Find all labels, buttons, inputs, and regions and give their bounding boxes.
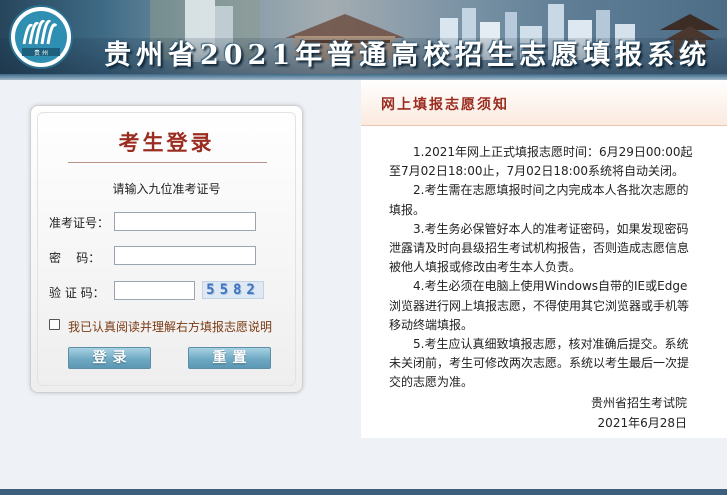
notice-date: 2021年6月28日 (597, 416, 687, 430)
notice-item: 1.2021年网上正式填报志愿时间：6月29日00:00起至7月02日18:00… (389, 145, 693, 179)
reset-button[interactable]: 重置 (188, 347, 271, 369)
password-label: 密 码： (49, 251, 101, 265)
header-banner: 贵 州 贵州省2021年普通高校招生志愿填报系统 (0, 0, 727, 80)
notice-item: 4.考生必须在电脑上使用Windows自带的IE或Edge浏览器进行网上填报志愿… (389, 279, 690, 332)
login-title: 考生登录 (118, 130, 215, 155)
captcha-image[interactable]: 5582 (202, 281, 264, 299)
notice-title: 网上填报志愿须知 (381, 97, 509, 113)
notice-body: 1.2021年网上正式填报志愿时间：6月29日00:00起至7月02日18:00… (389, 143, 693, 393)
notice-item: 3.考生务必保管好本人的准考证密码，如果发现密码泄露请及时向县级招生考试机构报告… (389, 221, 690, 275)
notice-signature: 贵州省招生考试院 (590, 396, 687, 410)
login-hint: 请输入九位准考证号 (112, 182, 221, 196)
login-divider (68, 162, 267, 163)
exam-number-input[interactable] (114, 212, 256, 231)
password-input[interactable] (114, 246, 256, 265)
notice-item: 2.考生需在志愿填报时间之内完成本人各批次志愿的填报。 (389, 183, 689, 217)
agree-label[interactable]: 我已认真阅读并理解右方填报志愿说明 (68, 318, 272, 335)
agree-checkbox[interactable] (49, 319, 60, 330)
login-button[interactable]: 登录 (68, 347, 151, 369)
exam-number-label: 准考证号： (49, 216, 110, 230)
system-title: 贵州省2021年普通高校招生志愿填报系统 (104, 40, 712, 71)
captcha-input[interactable] (114, 281, 195, 300)
ministry-logo-icon: 贵 州 (9, 5, 73, 69)
captcha-label: 验 证 码： (49, 286, 105, 300)
notice-item: 5.考生应认真细致填报志愿，核对准确后提交。系统未关闭前，考生可修改两次志愿。系… (389, 337, 690, 390)
footer-strip (0, 489, 727, 495)
svg-text:贵 州: 贵 州 (34, 49, 48, 57)
